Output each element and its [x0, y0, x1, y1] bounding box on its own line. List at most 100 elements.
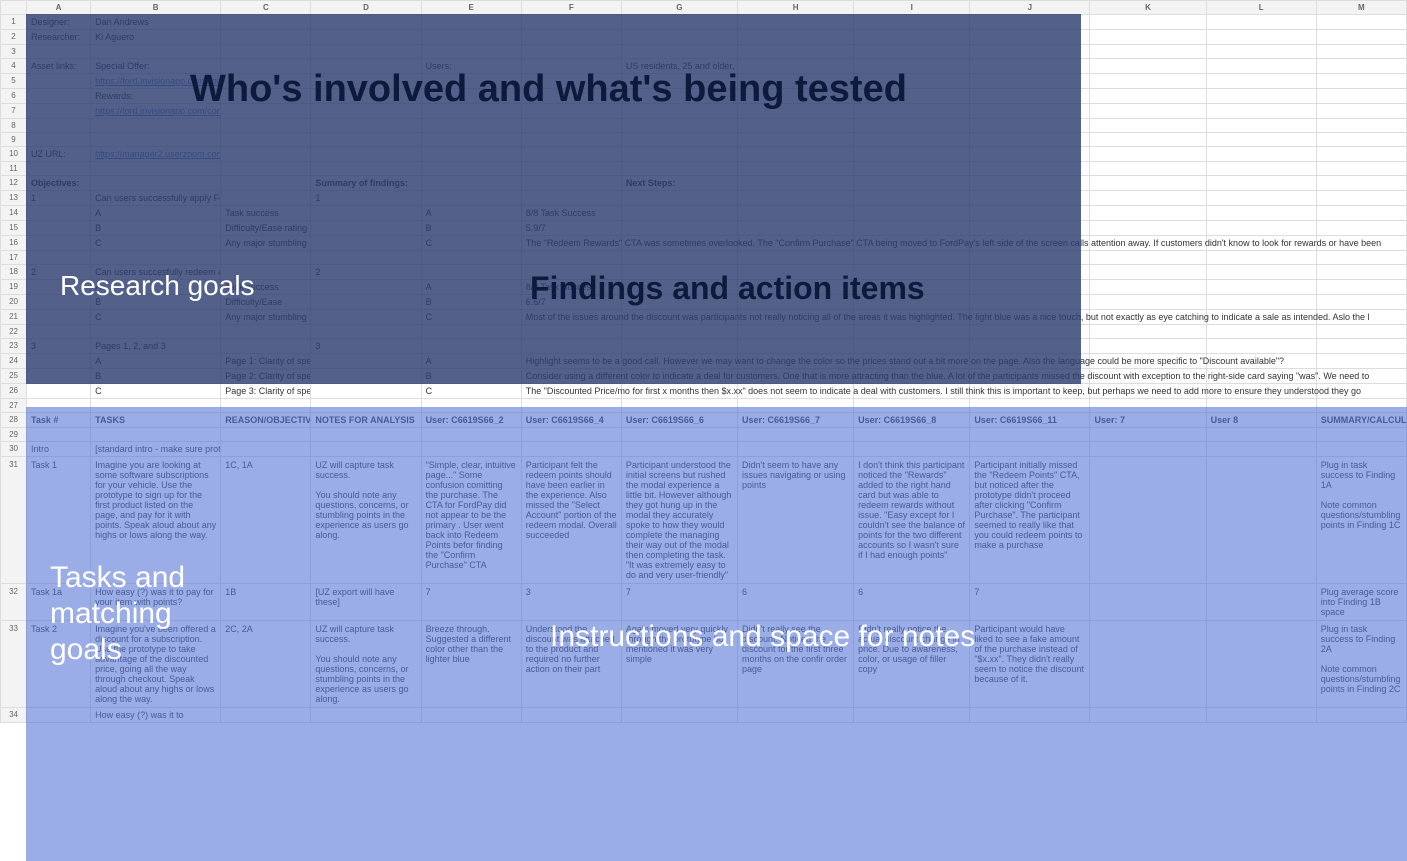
cell-K2[interactable]	[1090, 30, 1206, 45]
cell-J30[interactable]	[970, 442, 1090, 457]
cell-G27[interactable]	[621, 399, 737, 413]
cell-D27[interactable]	[311, 399, 421, 413]
row-30[interactable]: 30	[1, 442, 27, 457]
cell-M17[interactable]	[1316, 251, 1406, 265]
cell-E10[interactable]	[421, 147, 521, 162]
cell-F8[interactable]	[521, 119, 621, 133]
cell-I2[interactable]	[854, 30, 970, 45]
cell-L31[interactable]	[1206, 457, 1316, 584]
cell-H31[interactable]: Didn't seem to have any issues navigatin…	[738, 457, 854, 584]
cell-C14[interactable]: Task success	[221, 206, 311, 221]
cell-A12[interactable]: Objectives:	[27, 176, 91, 191]
cell-C13[interactable]	[221, 191, 311, 206]
cell-G23[interactable]	[621, 339, 737, 354]
cell-B2[interactable]: Ki Aguero	[91, 30, 221, 45]
cell-E20[interactable]: B	[421, 295, 521, 310]
cell-F17[interactable]	[521, 251, 621, 265]
cell-H28[interactable]: User: C6619S66_7	[738, 413, 854, 428]
cell-D26[interactable]	[311, 384, 421, 399]
cell-L3[interactable]	[1206, 45, 1316, 59]
row-10[interactable]: 10	[1, 147, 27, 162]
cell-B3[interactable]	[91, 45, 221, 59]
cell-H22[interactable]	[738, 325, 854, 339]
cell-L11[interactable]	[1206, 162, 1316, 176]
cell-G11[interactable]	[621, 162, 737, 176]
cell-I27[interactable]	[854, 399, 970, 413]
cell-C25[interactable]: Page 2: Clarity of special offer	[221, 369, 311, 384]
cell-A6[interactable]	[27, 89, 91, 104]
cell-D22[interactable]	[311, 325, 421, 339]
cell-K12[interactable]	[1090, 176, 1206, 191]
cell-F9[interactable]	[521, 133, 621, 147]
cell-L13[interactable]	[1206, 191, 1316, 206]
cell-E1[interactable]	[421, 15, 521, 30]
cell-E8[interactable]	[421, 119, 521, 133]
cell-A7[interactable]	[27, 104, 91, 119]
cell-C34[interactable]	[221, 708, 311, 723]
cell-I22[interactable]	[854, 325, 970, 339]
cell-B11[interactable]	[91, 162, 221, 176]
cell-I3[interactable]	[854, 45, 970, 59]
row-16[interactable]: 16	[1, 236, 27, 251]
cell-E3[interactable]	[421, 45, 521, 59]
cell-H2[interactable]	[738, 30, 854, 45]
cell-A11[interactable]	[27, 162, 91, 176]
cell-M22[interactable]	[1316, 325, 1406, 339]
cell-M24[interactable]	[1316, 354, 1406, 369]
cell-D30[interactable]	[311, 442, 421, 457]
cell-F34[interactable]	[521, 708, 621, 723]
cell-L34[interactable]	[1206, 708, 1316, 723]
row-28[interactable]: 28	[1, 413, 27, 428]
cell-D25[interactable]	[311, 369, 421, 384]
cell-E9[interactable]	[421, 133, 521, 147]
cell-I10[interactable]	[854, 147, 970, 162]
col-J[interactable]: J	[970, 1, 1090, 15]
cell-I13[interactable]	[854, 191, 970, 206]
cell-C15[interactable]: Difficulty/Ease rating	[221, 221, 311, 236]
cell-A10[interactable]: UZ URL:	[27, 147, 91, 162]
cell-M7[interactable]	[1316, 104, 1406, 119]
cell-G13[interactable]	[621, 191, 737, 206]
cell-M27[interactable]	[1316, 399, 1406, 413]
row-21[interactable]: 21	[1, 310, 27, 325]
cell-A2[interactable]: Researcher:	[27, 30, 91, 45]
cell-G28[interactable]: User: C6619S66_6	[621, 413, 737, 428]
cell-D24[interactable]	[311, 354, 421, 369]
cell-C2[interactable]	[221, 30, 311, 45]
cell-I15[interactable]	[854, 221, 970, 236]
row-17[interactable]: 17	[1, 251, 27, 265]
cell-M13[interactable]	[1316, 191, 1406, 206]
cell-D18[interactable]: 2	[311, 265, 421, 280]
cell-B17[interactable]	[91, 251, 221, 265]
cell-F26[interactable]: The "Discounted Price/mo for first x mon…	[521, 384, 621, 399]
cell-D29[interactable]	[311, 428, 421, 442]
cell-G10[interactable]	[621, 147, 737, 162]
cell-J13[interactable]	[970, 191, 1090, 206]
cell-K15[interactable]	[1090, 221, 1206, 236]
cell-C12[interactable]	[221, 176, 311, 191]
cell-L19[interactable]	[1206, 280, 1316, 295]
col-E[interactable]: E	[421, 1, 521, 15]
cell-F15[interactable]: 5.9/7	[521, 221, 621, 236]
cell-H10[interactable]	[738, 147, 854, 162]
cell-K11[interactable]	[1090, 162, 1206, 176]
cell-I32[interactable]: 6	[854, 584, 970, 621]
col-H[interactable]: H	[738, 1, 854, 15]
cell-A28[interactable]: Task #	[27, 413, 91, 428]
cell-M19[interactable]	[1316, 280, 1406, 295]
cell-H30[interactable]	[738, 442, 854, 457]
cell-H3[interactable]	[738, 45, 854, 59]
cell-I9[interactable]	[854, 133, 970, 147]
cell-C11[interactable]	[221, 162, 311, 176]
cell-E26[interactable]: C	[421, 384, 521, 399]
cell-L30[interactable]	[1206, 442, 1316, 457]
cell-G1[interactable]	[621, 15, 737, 30]
cell-B21[interactable]: C	[91, 310, 221, 325]
cell-D15[interactable]	[311, 221, 421, 236]
row-26[interactable]: 26	[1, 384, 27, 399]
cell-E22[interactable]	[421, 325, 521, 339]
cell-M34[interactable]	[1316, 708, 1406, 723]
cell-L22[interactable]	[1206, 325, 1316, 339]
cell-F1[interactable]	[521, 15, 621, 30]
cell-L14[interactable]	[1206, 206, 1316, 221]
